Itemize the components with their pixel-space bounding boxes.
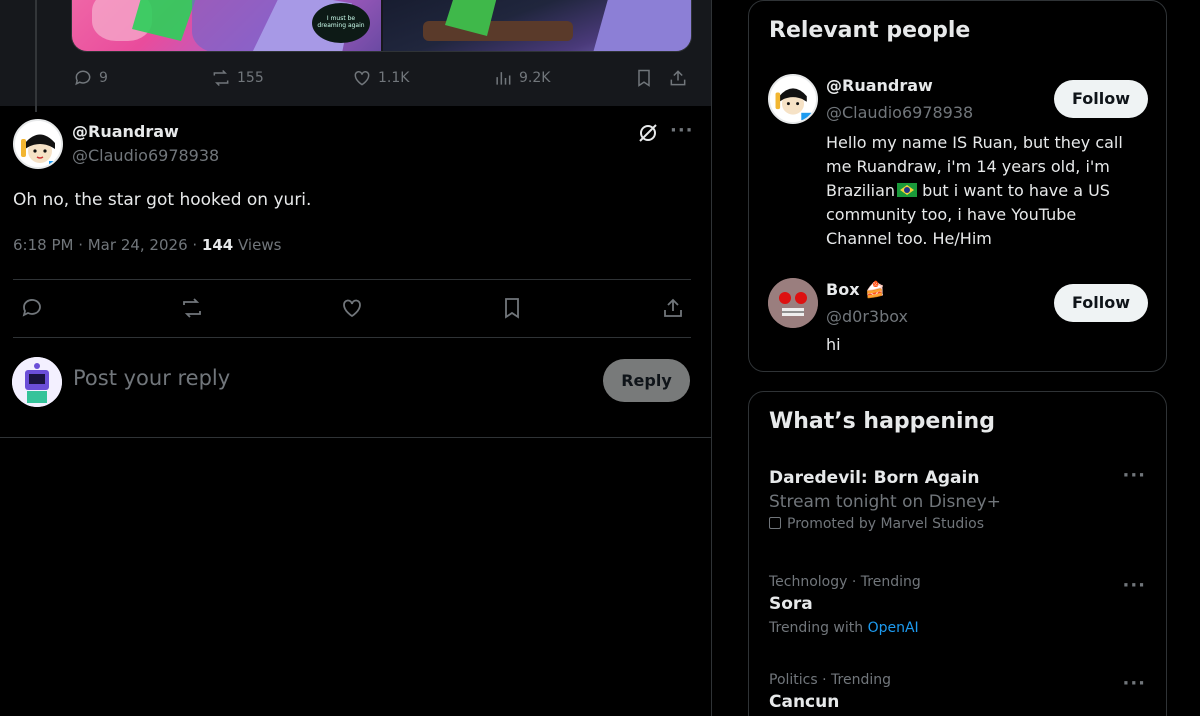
share-button[interactable] [661, 296, 685, 320]
whats-happening-card: What’s happening Daredevil: Born Again S… [748, 391, 1167, 716]
cake-emoji-icon: 🍰 [865, 280, 886, 299]
person-handle[interactable]: @d0r3box [826, 307, 908, 326]
media-image-2[interactable] [383, 0, 691, 51]
trend-title: Daredevil: Born Again [769, 468, 980, 488]
promoted-text: Promoted by Marvel Studios [787, 516, 985, 532]
person-bio: Hello my name IS Ruan, but they call me … [826, 131, 1136, 251]
person-display-name[interactable]: Box 🍰 [826, 280, 885, 299]
views-action[interactable]: 9.2K [493, 68, 550, 88]
person-bio: hi [826, 335, 841, 354]
trend-title: Sora [769, 594, 813, 614]
like-action[interactable]: 1.1K [352, 68, 409, 88]
more-options-icon[interactable]: ··· [1122, 575, 1146, 596]
repost-icon [213, 69, 229, 87]
repost-button[interactable] [180, 296, 204, 320]
trend-context: Politics · Trending [769, 672, 891, 688]
avatar[interactable] [768, 278, 818, 328]
bookmark-button[interactable] [500, 296, 524, 320]
speech-bubble: I must be dreaming again [312, 3, 370, 43]
divider [13, 279, 691, 280]
whats-happening-title: What’s happening [769, 409, 995, 434]
avatar-art [15, 121, 61, 167]
person-handle[interactable]: @Claudio6978938 [826, 103, 973, 122]
promoted-label: Promoted by Marvel Studios [769, 516, 1149, 532]
avatar[interactable] [768, 74, 818, 124]
like-icon [354, 70, 370, 86]
reply-input[interactable]: Post your reply [73, 366, 230, 390]
reply-icon [22, 299, 41, 317]
author-handle[interactable]: @Claudio6978938 [72, 146, 219, 165]
more-options-icon[interactable]: ··· [670, 120, 694, 141]
post-text: Oh no, the star got hooked on yuri. [13, 190, 312, 210]
trending-with-label: Trending with [769, 620, 868, 636]
brazil-flag-icon [897, 183, 918, 197]
trending-with: Trending with OpenAI [769, 620, 1149, 636]
relevant-people-title: Relevant people [769, 18, 971, 43]
bookmark-action[interactable] [634, 68, 654, 88]
reply-submit-button[interactable]: Reply [603, 359, 690, 402]
like-count: 1.1K [378, 70, 410, 86]
reply-action[interactable]: 9 [73, 68, 108, 88]
post-meta: 6:18 PM · Mar 24, 2026 · 144 Views [13, 236, 281, 254]
share-icon [664, 298, 682, 317]
media-image-1[interactable]: I must be dreaming again [72, 0, 381, 51]
trend-link[interactable]: OpenAI [868, 620, 919, 636]
more-options-icon[interactable]: ··· [1122, 465, 1146, 486]
reply-count: 9 [99, 70, 108, 86]
trend-title: Cancun [769, 692, 840, 712]
more-options-icon[interactable]: ··· [1122, 673, 1146, 694]
divider [0, 437, 711, 438]
avatar-art [12, 357, 62, 407]
post-timestamp[interactable]: 6:18 PM · Mar 24, 2026 · [13, 236, 202, 254]
reply-icon [75, 70, 91, 86]
like-button[interactable] [340, 296, 364, 320]
repost-icon [183, 298, 201, 318]
art-shape [593, 0, 691, 51]
main-column: I must be dreaming again 9 155 1.1K 9.2K [0, 0, 712, 716]
author-display-name[interactable]: @Ruandraw [72, 122, 179, 141]
views-icon [496, 72, 511, 85]
trend-subtitle: Stream tonight on Disney+ [769, 492, 1001, 512]
post-media[interactable]: I must be dreaming again [71, 0, 692, 52]
repost-count: 155 [237, 70, 264, 86]
views-count: 9.2K [519, 70, 551, 86]
trend-context: Technology · Trending [769, 574, 921, 590]
follow-button[interactable]: Follow [1054, 284, 1148, 322]
trend-item[interactable]: Politics · Trending Cancun [769, 672, 1149, 712]
reply-button[interactable] [20, 296, 44, 320]
bookmark-icon [505, 298, 519, 319]
person-display-name[interactable]: @Ruandraw [826, 76, 933, 95]
grok-icon[interactable] [637, 122, 659, 144]
previous-post[interactable]: I must be dreaming again 9 155 1.1K 9.2K [0, 0, 711, 106]
relevant-people-card: Relevant people @Ruandraw @Claudio697893… [748, 0, 1167, 372]
avatar[interactable] [13, 119, 63, 169]
share-icon [670, 70, 686, 86]
views-label: Views [233, 236, 282, 254]
avatar[interactable] [12, 357, 62, 407]
divider [13, 337, 691, 338]
like-icon [343, 299, 361, 318]
trend-item[interactable]: Daredevil: Born Again Stream tonight on … [769, 468, 1149, 532]
promoted-icon [769, 517, 781, 529]
follow-button[interactable]: Follow [1054, 80, 1148, 118]
views-number: 144 [201, 236, 234, 254]
avatar-art [768, 278, 818, 328]
bookmark-icon [638, 69, 650, 87]
trend-item[interactable]: Technology · Trending Sora Trending with… [769, 574, 1149, 636]
repost-action[interactable]: 155 [211, 68, 264, 88]
thread-line [35, 0, 37, 112]
avatar-art [770, 76, 816, 122]
display-name-text: Box [826, 280, 860, 299]
share-action[interactable] [668, 68, 688, 88]
